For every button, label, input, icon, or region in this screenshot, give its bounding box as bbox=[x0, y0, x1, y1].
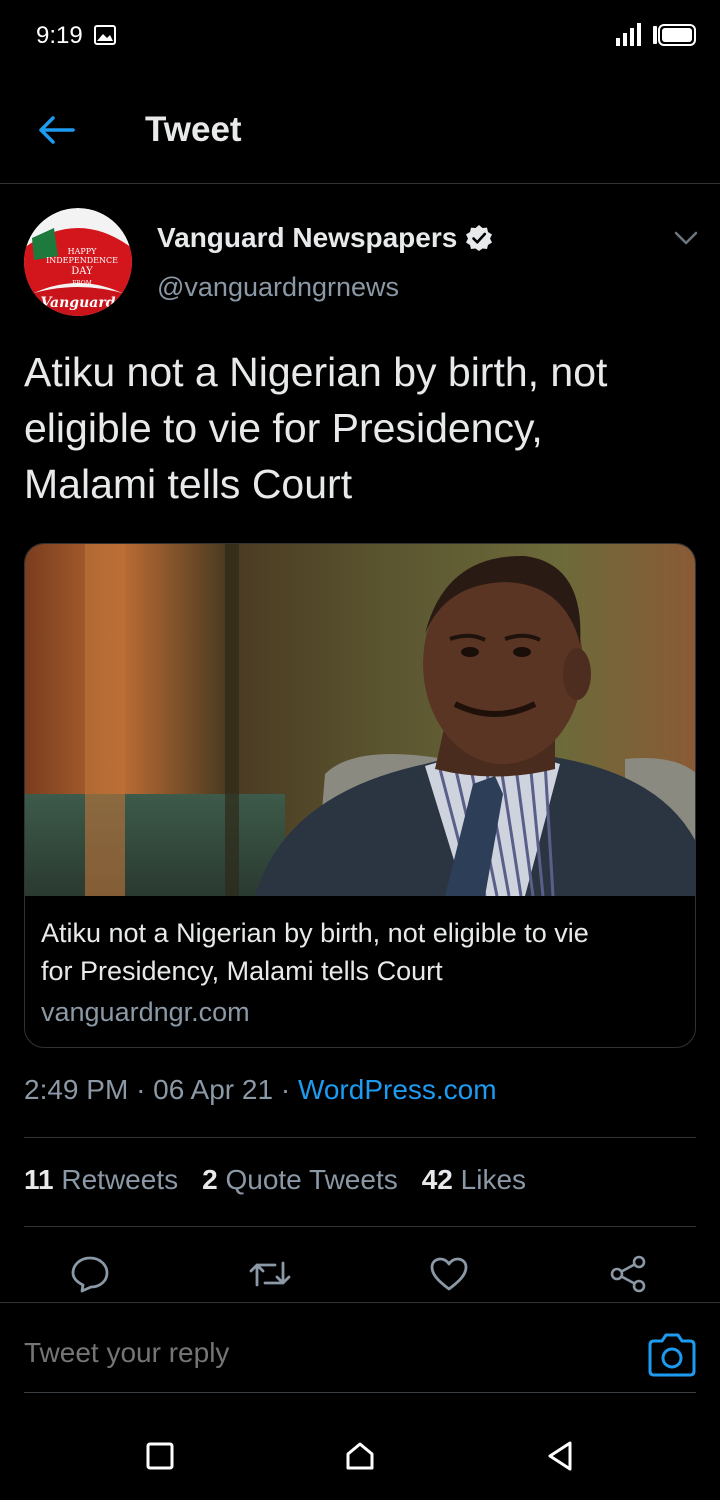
signal-icon bbox=[616, 23, 641, 46]
reply-icon bbox=[71, 1256, 109, 1293]
share-icon bbox=[610, 1255, 646, 1293]
tweet-text: Atiku not a Nigerian by birth, not eligi… bbox=[24, 344, 696, 512]
avatar-text: HAPPY bbox=[68, 247, 98, 256]
home-icon bbox=[346, 1442, 374, 1470]
tweet-text-line: eligible to vie for Presidency, bbox=[24, 405, 543, 451]
author-handle[interactable]: @vanguardngrnews bbox=[157, 272, 399, 303]
verified-badge-icon bbox=[466, 225, 493, 251]
likes-label: Likes bbox=[460, 1164, 527, 1195]
share-button[interactable] bbox=[600, 1246, 656, 1302]
avatar-text: DAY bbox=[71, 266, 93, 277]
tweet-text-line: Atiku not a Nigerian by birth, not bbox=[24, 349, 608, 395]
tweet-time: 2:49 PM bbox=[24, 1074, 129, 1105]
avatar-text: FROM bbox=[72, 280, 92, 287]
back-arrow-icon bbox=[39, 116, 75, 144]
navigation-bar bbox=[0, 1408, 720, 1500]
retweets-count: 11 bbox=[24, 1164, 54, 1195]
quotes-label: Quote Tweets bbox=[225, 1164, 398, 1195]
tweet-meta: 2:49 PM · 06 Apr 21 · WordPress.com bbox=[24, 1074, 497, 1106]
reply-button[interactable] bbox=[62, 1246, 118, 1302]
status-time: 9:19 bbox=[36, 22, 83, 49]
tweet-stats: 11 Retweets 2 Quote Tweets 42 Likes bbox=[24, 1164, 526, 1196]
card-title-line: for Presidency, Malami tells Court bbox=[41, 956, 443, 986]
card-title: Atiku not a Nigerian by birth, not eligi… bbox=[41, 914, 681, 990]
card-image bbox=[25, 544, 695, 896]
avatar-text: INDEPENDENCE bbox=[46, 256, 118, 265]
author-name[interactable]: Vanguard Newspapers bbox=[157, 222, 493, 254]
back-button[interactable] bbox=[28, 108, 84, 152]
divider bbox=[24, 1392, 696, 1393]
status-bar: 9:19 bbox=[0, 0, 720, 72]
divider bbox=[24, 1226, 696, 1227]
chevron-down-icon[interactable] bbox=[670, 224, 702, 252]
author-name-label: Vanguard Newspapers bbox=[157, 222, 458, 253]
tweet-source-link[interactable]: WordPress.com bbox=[298, 1074, 497, 1105]
quotes-count: 2 bbox=[202, 1164, 218, 1195]
avatar-text: Vanguard bbox=[40, 295, 115, 311]
top-bar: Tweet bbox=[0, 72, 720, 184]
quote-tweets-stat[interactable]: 2 Quote Tweets bbox=[202, 1164, 398, 1196]
card-domain: vanguardngr.com bbox=[41, 997, 250, 1027]
avatar[interactable]: HAPPY INDEPENDENCE DAY FROM Vanguard bbox=[24, 208, 132, 316]
likes-count: 42 bbox=[421, 1164, 453, 1195]
avatar-logo: HAPPY INDEPENDENCE DAY FROM Vanguard bbox=[24, 208, 132, 316]
tweet-actions bbox=[0, 1246, 720, 1302]
square-icon bbox=[146, 1442, 174, 1470]
meta-separator: · bbox=[136, 1074, 146, 1105]
page-title: Tweet bbox=[145, 110, 242, 149]
tweet-date: 06 Apr 21 bbox=[153, 1074, 274, 1105]
retweets-stat[interactable]: 11 Retweets bbox=[24, 1164, 178, 1196]
link-card[interactable]: Atiku not a Nigerian by birth, not eligi… bbox=[24, 543, 696, 1048]
card-title-line: Atiku not a Nigerian by birth, not eligi… bbox=[41, 918, 589, 948]
home-button[interactable] bbox=[340, 1436, 380, 1476]
retweet-button[interactable] bbox=[242, 1246, 298, 1302]
tweet-text-line: Malami tells Court bbox=[24, 461, 353, 507]
back-nav-button[interactable] bbox=[540, 1436, 580, 1476]
retweets-label: Retweets bbox=[61, 1164, 179, 1195]
divider bbox=[24, 1137, 696, 1138]
likes-stat[interactable]: 42 Likes bbox=[422, 1164, 526, 1196]
reply-bar bbox=[0, 1302, 720, 1394]
camera-icon[interactable] bbox=[646, 1331, 698, 1379]
like-button[interactable] bbox=[421, 1246, 477, 1302]
heart-icon bbox=[430, 1257, 468, 1291]
triangle-back-icon bbox=[548, 1441, 572, 1471]
recents-button[interactable] bbox=[140, 1436, 180, 1476]
retweet-icon bbox=[249, 1261, 291, 1287]
image-notification-icon bbox=[94, 25, 116, 45]
meta-separator: · bbox=[280, 1074, 291, 1105]
reply-input[interactable] bbox=[24, 1337, 584, 1369]
card-body: Atiku not a Nigerian by birth, not eligi… bbox=[41, 914, 681, 1032]
battery-icon bbox=[653, 24, 696, 46]
